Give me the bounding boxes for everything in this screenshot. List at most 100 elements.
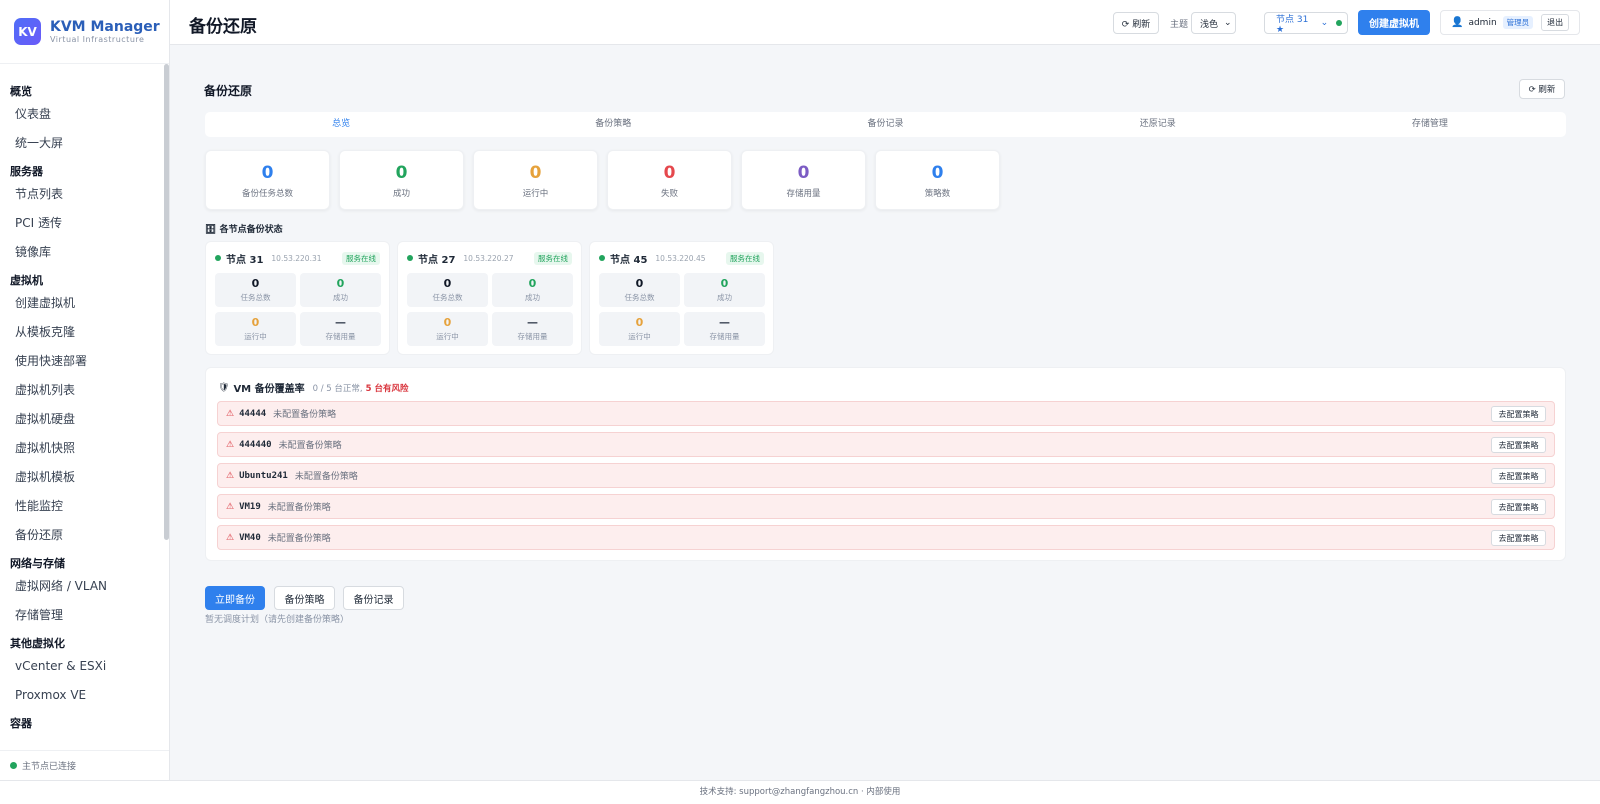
- create-vm-button[interactable]: 创建虚拟机: [1358, 10, 1430, 35]
- node-running-value: 0: [635, 316, 644, 329]
- user-menu: 👤 admin 管理员 退出: [1440, 10, 1580, 35]
- node-success-value: 0: [720, 277, 729, 290]
- sidebar-item[interactable]: 创建虚拟机: [0, 289, 164, 318]
- stat-card: 0 失败: [607, 150, 732, 210]
- coverage-panel: 🛡 VM 备份覆盖率 0 / 5 台正常, 5 台有风险 ⚠ 44444 未配置…: [205, 367, 1566, 561]
- username: admin: [1468, 17, 1497, 28]
- sidebar-item[interactable]: 虚拟机硬盘: [0, 405, 164, 434]
- sidebar-item[interactable]: Proxmox VE: [0, 681, 164, 710]
- backup-policies-button[interactable]: 备份策略: [274, 586, 335, 610]
- sidebar-item[interactable]: 仪表盘: [0, 100, 164, 129]
- page-footer: 技术支持: support@zhangfangzhou.cn · 内部使用: [0, 780, 1600, 804]
- vm-name: VM40: [239, 532, 261, 543]
- logout-button[interactable]: 退出: [1541, 14, 1570, 31]
- node-success-cell: 0 成功: [300, 273, 381, 307]
- sidebar: KV KVM Manager Virtual Infrastructure 概览…: [0, 0, 170, 780]
- configure-policy-button[interactable]: 去配置策略: [1491, 499, 1546, 515]
- node-backup-card: 节点 27 10.53.220.27 服务在线 0 任务总数 0 成功 0 运行…: [397, 241, 582, 355]
- backup-records-button[interactable]: 备份记录: [343, 586, 404, 610]
- stat-label: 备份任务总数: [241, 189, 293, 199]
- node-success-label: 成功: [717, 293, 732, 302]
- header-refresh-button[interactable]: ⟳ 刷新: [1113, 12, 1159, 34]
- connection-status-text: 主节点已连接: [22, 762, 77, 772]
- vm-coverage-message: 未配置备份策略: [273, 410, 337, 420]
- stat-label: 存储用量: [786, 189, 821, 199]
- sidebar-item[interactable]: 存储管理: [0, 601, 164, 630]
- node-running-cell: 0 运行中: [599, 312, 680, 346]
- sidebar-item[interactable]: 从模板克隆: [0, 318, 164, 347]
- node-success-cell: 0 成功: [492, 273, 573, 307]
- stat-card: 0 存储用量: [741, 150, 866, 210]
- node-name: 节点 27: [418, 254, 456, 266]
- stat-label: 运行中: [522, 189, 549, 199]
- configure-policy-button[interactable]: 去配置策略: [1491, 406, 1546, 422]
- tab-restore-records[interactable]: 还原记录: [1022, 112, 1294, 137]
- coverage-row: ⚠ VM40 未配置备份策略 去配置策略: [217, 525, 1555, 550]
- sidebar-nav: 概览 仪表盘 统一大屏 服务器 节点列表 PCI 透传 镜像库 虚拟机 创建虚拟机 从模板克隆 使用…: [0, 64, 164, 750]
- status-dot-icon: [10, 762, 17, 769]
- node-running-label: 运行中: [436, 332, 459, 341]
- sidebar-item[interactable]: PCI 透传: [0, 209, 164, 238]
- theme-select[interactable]: 浅色 ⌄: [1191, 12, 1236, 34]
- node-selector[interactable]: 节点 31 ★ ⌄: [1264, 12, 1348, 35]
- coverage-header: 🛡 VM 备份覆盖率 0 / 5 台正常, 5 台有风险: [218, 380, 409, 396]
- sidebar-item[interactable]: 统一大屏: [0, 129, 164, 158]
- node-total-label: 任务总数: [432, 293, 463, 302]
- brand: KV KVM Manager Virtual Infrastructure: [0, 0, 169, 64]
- sidebar-item[interactable]: 节点列表: [0, 180, 164, 209]
- stat-value: 0: [395, 163, 408, 183]
- coverage-risk: 5 台有风险: [365, 383, 409, 394]
- node-storage-cell: — 存储用量: [684, 312, 765, 346]
- stat-label: 策略数: [924, 189, 951, 199]
- stat-value: 0: [797, 163, 810, 183]
- node-ip: 10.53.220.45: [655, 253, 706, 263]
- sidebar-item[interactable]: 性能监控: [0, 492, 164, 521]
- tab-backup-policies[interactable]: 备份策略: [477, 112, 749, 137]
- sidebar-item[interactable]: 备份还原: [0, 521, 164, 550]
- sidebar-scrollbar[interactable]: [164, 64, 169, 540]
- node-card-header: 节点 31 10.53.220.31 服务在线: [215, 252, 380, 266]
- sidebar-item[interactable]: 使用快速部署: [0, 347, 164, 376]
- node-backup-card: 节点 45 10.53.220.45 服务在线 0 任务总数 0 成功 0 运行…: [589, 241, 774, 355]
- node-ip: 10.53.220.27: [463, 253, 514, 263]
- configure-policy-button[interactable]: 去配置策略: [1491, 530, 1546, 546]
- vm-coverage-message: 未配置备份策略: [278, 441, 342, 451]
- stat-card: 0 成功: [339, 150, 464, 210]
- node-success-value: 0: [528, 277, 537, 290]
- node-running-cell: 0 运行中: [215, 312, 296, 346]
- server-icon: 🗄: [205, 225, 217, 235]
- sidebar-item[interactable]: 虚拟网络 / VLAN: [0, 572, 164, 601]
- tab-bar: 总览 备份策略 备份记录 还原记录 存储管理: [205, 112, 1566, 137]
- stat-value: 0: [261, 163, 274, 183]
- node-online-dot-icon: [215, 255, 221, 261]
- tab-backup-records[interactable]: 备份记录: [749, 112, 1021, 137]
- coverage-row: ⚠ VM19 未配置备份策略 去配置策略: [217, 494, 1555, 519]
- node-total-value: 0: [443, 277, 452, 290]
- sidebar-item[interactable]: 镜像库: [0, 238, 164, 267]
- backup-now-button[interactable]: 立即备份: [205, 586, 265, 610]
- section-title: 备份还原: [204, 84, 253, 98]
- node-name: 节点 45: [610, 254, 648, 266]
- stat-value: 0: [529, 163, 542, 183]
- stat-value: 0: [931, 163, 944, 183]
- stat-value: 0: [663, 163, 676, 183]
- section-refresh-button[interactable]: ⟳ 刷新: [1519, 79, 1565, 99]
- warning-icon: ⚠: [226, 532, 235, 543]
- tab-storage-management[interactable]: 存储管理: [1294, 112, 1566, 137]
- configure-policy-button[interactable]: 去配置策略: [1491, 468, 1546, 484]
- sidebar-item[interactable]: vCenter & ESXi: [0, 652, 164, 681]
- tab-overview[interactable]: 总览: [205, 112, 477, 137]
- configure-policy-button[interactable]: 去配置策略: [1491, 437, 1546, 453]
- node-backup-card: 节点 31 10.53.220.31 服务在线 0 任务总数 0 成功 0 运行…: [205, 241, 390, 355]
- node-storage-value: —: [719, 316, 730, 329]
- vm-name: Ubuntu241: [239, 470, 288, 481]
- stat-label: 失败: [660, 189, 678, 199]
- node-total-label: 任务总数: [240, 293, 271, 302]
- node-name: 节点 31: [226, 254, 264, 266]
- sidebar-item[interactable]: 虚拟机模板: [0, 463, 164, 492]
- node-total-value: 0: [635, 277, 644, 290]
- node-online-dot-icon: [1336, 20, 1342, 26]
- sidebar-item[interactable]: 虚拟机快照: [0, 434, 164, 463]
- sidebar-item[interactable]: 虚拟机列表: [0, 376, 164, 405]
- node-storage-label: 存储用量: [709, 332, 740, 341]
